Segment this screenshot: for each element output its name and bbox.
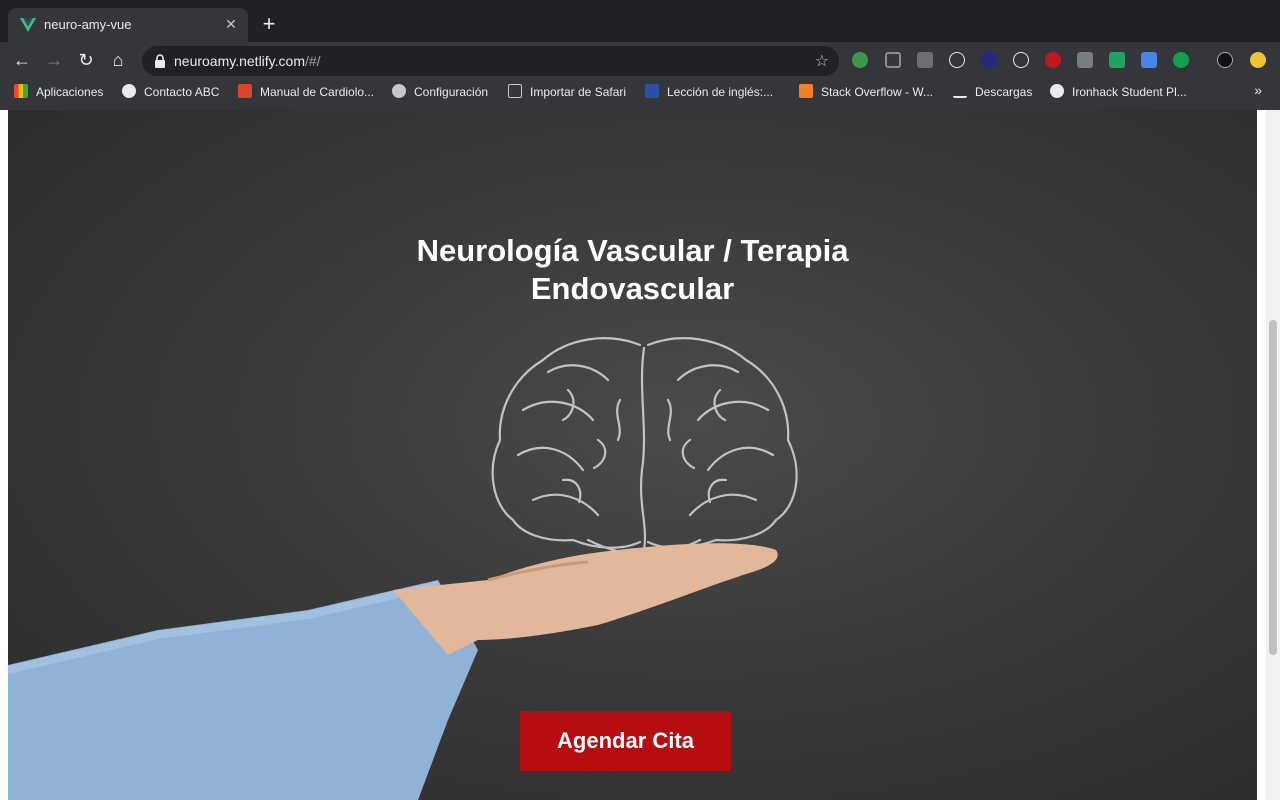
bookmark-label: Manual de Cardiolo... — [260, 85, 375, 99]
browser-toolbar: ← → ↻ ⌂ neuroamy.netlify.com/#/ ☆ — [0, 42, 1280, 78]
lesson-icon — [645, 84, 659, 98]
url-path: /#/ — [304, 53, 321, 69]
bookmark-label: Configuración — [414, 85, 489, 99]
bookmark-ironhack[interactable]: Ironhack Student Pl... — [1050, 84, 1187, 99]
bookmark-manual-cardiologia[interactable]: Manual de Cardiolo... — [238, 84, 374, 99]
bookmark-label: Importar de Safari — [530, 85, 627, 99]
browser-tab[interactable]: neuro-amy-vue ✕ — [8, 8, 248, 42]
home-icon[interactable]: ⌂ — [106, 48, 130, 72]
agendar-cita-button[interactable]: Agendar Cita — [520, 711, 731, 771]
drive-gray-icon[interactable] — [1077, 52, 1093, 68]
tab-title: neuro-amy-vue — [44, 17, 132, 32]
address-bar[interactable]: neuroamy.netlify.com/#/ ☆ — [142, 46, 839, 76]
bookmark-configuracion[interactable]: Configuración — [392, 84, 488, 99]
adblock-icon[interactable] — [1045, 52, 1061, 68]
bookmark-label: Ironhack Student Pl... — [1072, 85, 1187, 99]
google-drive-icon[interactable] — [1109, 52, 1125, 68]
reload-icon[interactable]: ↻ — [74, 48, 98, 72]
extension-search-icon[interactable] — [852, 52, 868, 68]
dropbox-icon[interactable] — [917, 52, 933, 68]
bookmark-stack-overflow[interactable]: Stack Overflow - W... — [799, 84, 933, 99]
bookmark-label: Aplicaciones — [36, 85, 104, 99]
download-icon — [953, 84, 967, 98]
react-devtools-icon[interactable] — [949, 52, 965, 68]
new-tab-button[interactable]: + — [258, 13, 280, 35]
bookmark-star-icon[interactable]: ☆ — [815, 51, 829, 71]
tab-close-icon[interactable]: ✕ — [222, 15, 240, 33]
bookmark-label: Lección de inglés:... — [667, 85, 774, 99]
back-icon[interactable]: ← — [10, 48, 34, 72]
globe-icon — [122, 84, 136, 98]
hero-section: Neurología Vascular / Terapia Endovascul… — [8, 110, 1257, 800]
google-translate-icon[interactable] — [1141, 52, 1157, 68]
brain-illustration — [8, 337, 798, 800]
evernote-icon[interactable] — [1173, 52, 1189, 68]
bookmark-contacto-abc[interactable]: Contacto ABC — [122, 84, 219, 99]
bookmark-label: Contacto ABC — [144, 85, 220, 99]
bookmark-descargas[interactable]: Descargas — [953, 84, 1032, 99]
hero-title-line2: Endovascular — [530, 271, 735, 306]
hero-title-line1: Neurología Vascular / Terapia — [416, 233, 849, 268]
globe-icon — [1050, 84, 1064, 98]
bookmarks-bar: Aplicaciones Contacto ABC Manual de Card… — [0, 78, 1280, 106]
browser-chrome: neuro-amy-vue ✕ + ← → ↻ ⌂ neuroamy.netli… — [0, 0, 1280, 110]
url-text[interactable]: neuroamy.netlify.com/#/ — [174, 53, 321, 69]
folder-icon — [508, 84, 522, 98]
extension-c-icon[interactable] — [885, 52, 901, 68]
apps-grid-icon — [14, 84, 28, 98]
lightbulb-icon[interactable] — [1013, 52, 1029, 68]
extension-yellow-icon[interactable] — [1250, 52, 1266, 68]
url-host: neuroamy.netlify.com — [174, 53, 305, 69]
gear-icon — [392, 84, 406, 98]
forward-icon[interactable]: → — [42, 48, 66, 72]
manual-icon — [238, 84, 252, 98]
bookmark-label: Stack Overflow - W... — [821, 85, 934, 99]
bookmarks-overflow-icon[interactable]: » — [1254, 82, 1262, 98]
bookmark-aplicaciones[interactable]: Aplicaciones — [14, 84, 103, 99]
scrollbar-thumb[interactable] — [1269, 320, 1277, 655]
bookmark-leccion-ingles[interactable]: Lección de inglés:... — [645, 84, 773, 99]
hero-title: Neurología Vascular / Terapia Endovascul… — [8, 232, 1257, 308]
vue-logo-icon — [20, 18, 36, 32]
tab-strip: neuro-amy-vue ✕ + — [0, 0, 1280, 42]
profile-avatar[interactable] — [1217, 52, 1233, 68]
extension-colorful-icon[interactable] — [981, 52, 997, 68]
page-scrollbar[interactable] — [1266, 110, 1280, 800]
stackoverflow-icon — [799, 84, 813, 98]
lock-icon — [155, 54, 165, 68]
bookmark-label: Descargas — [975, 85, 1033, 99]
page-viewport: Neurología Vascular / Terapia Endovascul… — [0, 110, 1280, 800]
bookmark-importar-safari[interactable]: Importar de Safari — [508, 84, 626, 99]
